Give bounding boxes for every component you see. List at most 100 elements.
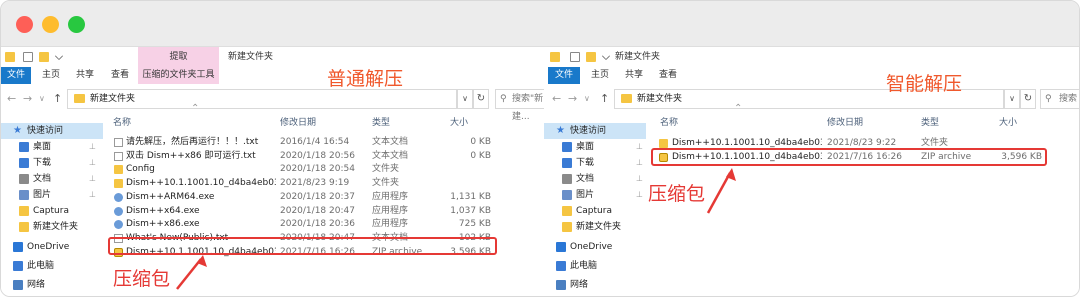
back-button[interactable]: ← [7,92,16,106]
arrow-icon [706,168,736,214]
col-size[interactable]: 大小 [999,115,1017,131]
pin-icon[interactable]: ⊥ [636,155,643,171]
col-type[interactable]: 类型 [921,115,939,131]
close-window-button[interactable] [16,16,33,33]
file-row[interactable]: Dism++x64.exe 2020/1/18 20:47 应用程序 1,037 KB [110,205,495,218]
col-date[interactable]: 修改日期 [827,115,863,131]
sidebar-item[interactable]: 此电脑 [544,258,646,274]
pin-icon[interactable]: ⊥ [636,171,643,187]
sidebar-item[interactable]: Captura [1,203,103,219]
file-name: Dism++ARM64.exe [126,191,215,202]
sidebar-item[interactable]: ★ 快速访问 [544,123,646,139]
forward-button[interactable]: → [23,92,32,106]
zoom-window-button[interactable] [68,16,85,33]
quick-access-dropdown-icon[interactable] [601,51,611,61]
up-button[interactable]: ↑ [53,92,62,106]
annotation-zip-right: 压缩包 [648,183,706,205]
col-name[interactable]: 名称 [660,115,678,131]
sidebar-item[interactable]: Captura [544,203,646,219]
sidebar-item[interactable]: 网络 [544,277,646,293]
tab-share[interactable]: 共享 [618,67,650,84]
sidebar-item[interactable]: OneDrive [1,239,103,255]
address-row: ← → ∨ ↑ 新建文件夹 ∨ ↻ ⚲ 搜索 [544,88,1079,110]
text-file-icon [114,151,123,161]
col-type[interactable]: 类型 [372,115,390,131]
quick-access-folder-icon[interactable] [5,52,15,62]
pin-icon[interactable]: ⊥ [89,139,96,155]
forward-button[interactable]: → [568,92,577,106]
col-name[interactable]: 名称 [113,115,131,131]
refresh-button[interactable]: ↻ [473,89,489,109]
search-icon: ⚲ [1045,94,1052,104]
address-bar[interactable]: 新建文件夹 [67,89,457,109]
sidebar-item[interactable]: 下载 ⊥ [544,155,646,171]
sidebar-item[interactable]: 新建文件夹 [1,219,103,235]
sidebar-item[interactable]: 文档 ⊥ [544,171,646,187]
sidebar-item[interactable]: 图片 ⊥ [544,187,646,203]
back-button[interactable]: ← [552,92,561,106]
minimize-window-button[interactable] [42,16,59,33]
refresh-button[interactable]: ↻ [1020,89,1036,109]
recent-dropdown-button[interactable]: ∨ [39,92,45,106]
pin-icon[interactable]: ⊥ [636,187,643,203]
quick-access-folder-icon[interactable] [550,52,560,62]
file-name: 请先解压，然后再运行！！！.txt [126,137,259,147]
tab-home[interactable]: 主页 [35,67,67,84]
quick-access-properties-icon[interactable] [23,52,33,62]
file-date: 2020/1/18 20:37 [280,191,355,202]
ctx-group-extract: 提取 [138,47,219,67]
quick-access-dropdown-icon[interactable] [54,51,64,61]
pin-icon[interactable]: ⊥ [636,139,643,155]
explorer-pane-left: 提取 新建文件夹 文件 主页 共享 查看 压缩的文件夹工具 ← → ∨ ↑ 新建… [1,47,544,296]
sidebar-item[interactable]: 新建文件夹 [544,219,646,235]
quick-access-properties-icon[interactable] [570,52,580,62]
file-row[interactable]: Dism++ARM64.exe 2020/1/18 20:37 应用程序 1,131 … [110,191,495,204]
up-button[interactable]: ↑ [600,92,609,106]
ribbon-titlebar: 提取 新建文件夹 [1,47,544,67]
file-name: 双击 Dism++x86 即可运行.txt [126,150,256,161]
tab-compressed-tools[interactable]: 压缩的文件夹工具 [138,67,219,84]
pin-icon[interactable]: ⊥ [89,187,96,203]
file-row[interactable]: Dism++x86.exe 2020/1/18 20:36 应用程序 725 KB [110,218,495,231]
mac-titlebar [1,1,1079,47]
sidebar-item[interactable]: ★ 快速访问 [1,123,103,139]
file-row[interactable]: Config 2020/1/18 20:54 文件夹 [110,163,495,176]
tab-file[interactable]: 文件 [1,67,31,84]
col-date[interactable]: 修改日期 [280,115,316,131]
sidebar-item[interactable]: 此电脑 [1,258,103,274]
sidebar-item[interactable]: 桌面 ⊥ [544,139,646,155]
search-input[interactable]: ⚲ 搜索"新建... [495,89,544,122]
sidebar-item[interactable]: 文档 ⊥ [1,171,103,187]
window-title: 新建文件夹 [228,52,274,62]
tab-file[interactable]: 文件 [548,67,580,84]
sidebar-item[interactable]: 网络 [1,277,103,293]
sidebar-item[interactable]: 图片 ⊥ [1,187,103,203]
sidebar-item-label: 新建文件夹 [33,222,79,232]
sidebar-item-label: 此电脑 [27,261,55,271]
pin-icon[interactable]: ⊥ [89,155,96,171]
tab-view[interactable]: 查看 [652,67,684,84]
file-type: 应用程序 [372,191,409,202]
address-dropdown-button[interactable]: ∨ [1004,89,1020,109]
file-row[interactable]: Dism++10.1.1001.10_d4ba4eb03525... 2021/8… [110,177,495,190]
file-row[interactable]: 请先解压，然后再运行！！！.txt 2016/1/4 16:54 文本文档 0 KB [110,136,495,149]
quick-access-newfolder-icon[interactable] [39,52,49,62]
col-size[interactable]: 大小 [450,115,468,131]
sidebar-item[interactable]: 桌面 ⊥ [1,139,103,155]
file-row[interactable]: 双击 Dism++x86 即可运行.txt 2020/1/18 20:56 文本文档… [110,150,495,163]
picture-icon [19,190,29,200]
document-icon [562,174,572,184]
tab-view[interactable]: 查看 [104,67,136,84]
file-date: 2020/1/18 20:47 [280,205,355,216]
tab-home[interactable]: 主页 [584,67,616,84]
sidebar-item[interactable]: OneDrive [544,239,646,255]
address-path: 新建文件夹 [90,94,136,104]
recent-dropdown-button[interactable]: ∨ [584,92,590,106]
sidebar-item[interactable]: 下载 ⊥ [1,155,103,171]
quick-access-newfolder-icon[interactable] [586,52,596,62]
tab-share[interactable]: 共享 [69,67,101,84]
search-input[interactable]: ⚲ 搜索 [1040,89,1079,109]
address-dropdown-button[interactable]: ∨ [457,89,473,109]
file-name: Config [126,164,155,175]
pin-icon[interactable]: ⊥ [89,171,96,187]
